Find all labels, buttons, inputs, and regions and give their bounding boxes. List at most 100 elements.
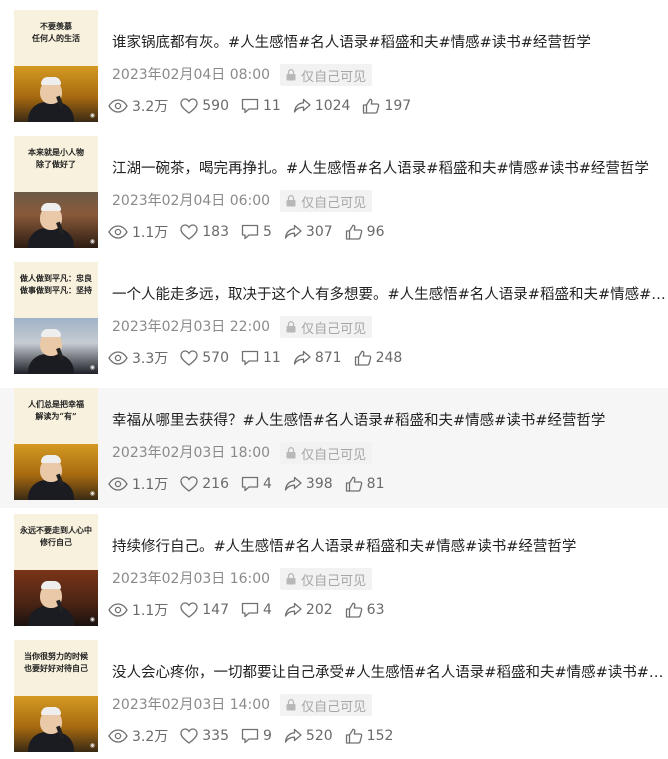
lock-icon (286, 447, 296, 459)
stat-views: 1.1万 (108, 474, 168, 494)
lock-icon (286, 69, 296, 81)
stat-comments: 5 (241, 224, 272, 240)
upvotes-count: 63 (366, 602, 385, 618)
comment-icon (241, 476, 263, 492)
privacy-badge: 仅自己可见 (280, 694, 373, 716)
post-thumbnail[interactable]: 本来就是小人物 除了做好了 ◉ (14, 136, 98, 248)
post-title[interactable]: 江湖一碗茶，喝完再挣扎。#人生感悟#名人语录#稻盛和夫#情感#读书#经营哲学 (112, 158, 649, 180)
post-meta: 2023年02月04日 08:00 仅自己可见 (112, 64, 373, 86)
stat-shares: 398 (284, 476, 333, 492)
post-thumbnail[interactable]: 不要羡慕 任何人的生活 ◉ (14, 10, 98, 122)
likes-count: 147 (202, 602, 229, 618)
thumbnail-caption: 不要羡慕 任何人的生活 (32, 21, 80, 43)
comments-count: 11 (263, 350, 281, 366)
views-count: 1.1万 (132, 603, 169, 619)
stat-comments: 4 (241, 476, 272, 492)
share-icon (284, 476, 306, 492)
stat-likes: 590 (180, 98, 229, 114)
post-thumbnail[interactable]: 人们总是把幸福 解读为“有” ◉ (14, 388, 98, 500)
view-icon (108, 99, 132, 113)
post-row[interactable]: 当你很努力的时候 也要好好对待自己 ◉ 没人会心疼你，一切都要让自己承受#人生感悟#… (0, 640, 668, 759)
views-count: 3.3万 (132, 351, 169, 367)
privacy-badge: 仅自己可见 (280, 64, 373, 86)
post-list: 不要羡慕 任何人的生活 ◉ 谁家锅底都有灰。#人生感悟#名人语录#稻盛和夫#情感#读… (0, 0, 668, 759)
thumbnail-figure-hair (41, 455, 61, 463)
stat-views: 3.3万 (108, 348, 168, 368)
stat-likes: 147 (180, 602, 229, 618)
thumbnail-figure-hair (41, 329, 61, 337)
thumbnail-watermark: ◉ (89, 238, 95, 245)
post-thumbnail[interactable]: 永远不要走到人心中 修行自己 ◉ (14, 514, 98, 626)
thumbnail-watermark: ◉ (89, 490, 95, 497)
thumbnail-watermark: ◉ (89, 112, 95, 119)
comment-icon (241, 728, 263, 744)
thumbnail-watermark: ◉ (89, 616, 95, 623)
thumbnail-caption: 永远不要走到人心中 修行自己 (20, 525, 92, 547)
post-stats: 1.1万 183 5 307 96 (108, 222, 396, 242)
thumbnail-photo: ◉ (14, 66, 98, 122)
thumbnail-figure-suit (28, 732, 74, 752)
stat-shares: 307 (284, 224, 333, 240)
post-row[interactable]: 做人做到平凡：忠良 做事做到平凡：坚持 ◉ 一个人能走多远，取决于这个人有多想要。#… (0, 262, 668, 382)
stat-likes: 570 (180, 350, 229, 366)
thumbs-up-icon (345, 476, 367, 492)
comment-icon (241, 224, 263, 240)
privacy-label: 仅自己可见 (301, 195, 367, 211)
thumbs-up-icon (362, 98, 384, 114)
lock-icon (286, 195, 296, 207)
post-meta: 2023年02月03日 18:00 仅自己可见 (112, 442, 373, 464)
heart-icon (180, 350, 202, 366)
upvotes-count: 81 (366, 476, 385, 492)
post-title[interactable]: 持续修行自己。#人生感悟#名人语录#稻盛和夫#情感#读书#经营哲学 (112, 536, 576, 558)
comments-count: 4 (263, 476, 272, 492)
shares-count: 1024 (314, 98, 351, 114)
privacy-badge: 仅自己可见 (280, 442, 373, 464)
post-title[interactable]: 一个人能走多远，取决于这个人有多想要。#人生感悟#名人语录#稻盛和夫#情感#读书… (112, 284, 666, 306)
thumbnail-caption: 人们总是把幸福 解读为“有” (28, 399, 84, 421)
stat-upvotes: 81 (345, 476, 385, 492)
thumbs-up-icon (345, 728, 367, 744)
likes-count: 183 (202, 224, 229, 240)
lock-icon (286, 573, 296, 585)
privacy-label: 仅自己可见 (301, 573, 367, 589)
post-date: 2023年02月03日 18:00 (112, 445, 271, 461)
post-thumbnail[interactable]: 做人做到平凡：忠良 做事做到平凡：坚持 ◉ (14, 262, 98, 374)
share-icon (284, 224, 306, 240)
thumbnail-photo: ◉ (14, 444, 98, 500)
privacy-badge: 仅自己可见 (280, 568, 373, 590)
thumbs-up-icon (354, 350, 376, 366)
post-date: 2023年02月03日 16:00 (112, 571, 271, 587)
post-thumbnail[interactable]: 当你很努力的时候 也要好好对待自己 ◉ (14, 640, 98, 752)
thumbnail-photo: ◉ (14, 318, 98, 374)
stat-shares: 520 (284, 728, 333, 744)
thumbnail-caption: 本来就是小人物 除了做好了 (28, 147, 84, 169)
stat-comments: 11 (241, 98, 281, 114)
stat-upvotes: 63 (345, 602, 385, 618)
post-row[interactable]: 本来就是小人物 除了做好了 ◉ 江湖一碗茶，喝完再挣扎。#人生感悟#名人语录#稻盛和… (0, 136, 668, 256)
heart-icon (180, 728, 202, 744)
stat-comments: 4 (241, 602, 272, 618)
shares-count: 398 (305, 476, 333, 492)
stat-comments: 9 (241, 728, 272, 744)
post-row[interactable]: 人们总是把幸福 解读为“有” ◉ 幸福从哪里去获得？#人生感悟#名人语录#稻盛和夫#… (0, 388, 668, 508)
comments-count: 4 (263, 602, 272, 618)
thumbnail-photo: ◉ (14, 696, 98, 752)
view-icon (108, 477, 132, 491)
stat-upvotes: 248 (354, 350, 402, 366)
post-stats: 3.3万 570 11 871 248 (108, 348, 414, 368)
post-row[interactable]: 不要羡慕 任何人的生活 ◉ 谁家锅底都有灰。#人生感悟#名人语录#稻盛和夫#情感#读… (0, 10, 668, 130)
lock-icon (286, 699, 296, 711)
likes-count: 216 (202, 476, 229, 492)
post-stats: 1.1万 147 4 202 63 (108, 600, 396, 620)
post-title[interactable]: 幸福从哪里去获得？#人生感悟#名人语录#稻盛和夫#情感#读书#经营哲学 (112, 410, 605, 432)
post-date: 2023年02月04日 06:00 (112, 193, 271, 209)
stat-views: 1.1万 (108, 600, 168, 620)
stat-shares: 202 (284, 602, 333, 618)
upvotes-count: 197 (384, 98, 412, 114)
shares-count: 871 (314, 350, 342, 366)
post-title[interactable]: 没人会心疼你，一切都要让自己承受#人生感悟#名人语录#稻盛和夫#情感#读书#经营… (112, 662, 666, 684)
post-row[interactable]: 永远不要走到人心中 修行自己 ◉ 持续修行自己。#人生感悟#名人语录#稻盛和夫#情感… (0, 514, 668, 634)
share-icon (293, 98, 315, 114)
post-meta: 2023年02月03日 14:00 仅自己可见 (112, 694, 373, 716)
post-title[interactable]: 谁家锅底都有灰。#人生感悟#名人语录#稻盛和夫#情感#读书#经营哲学 (112, 32, 591, 54)
